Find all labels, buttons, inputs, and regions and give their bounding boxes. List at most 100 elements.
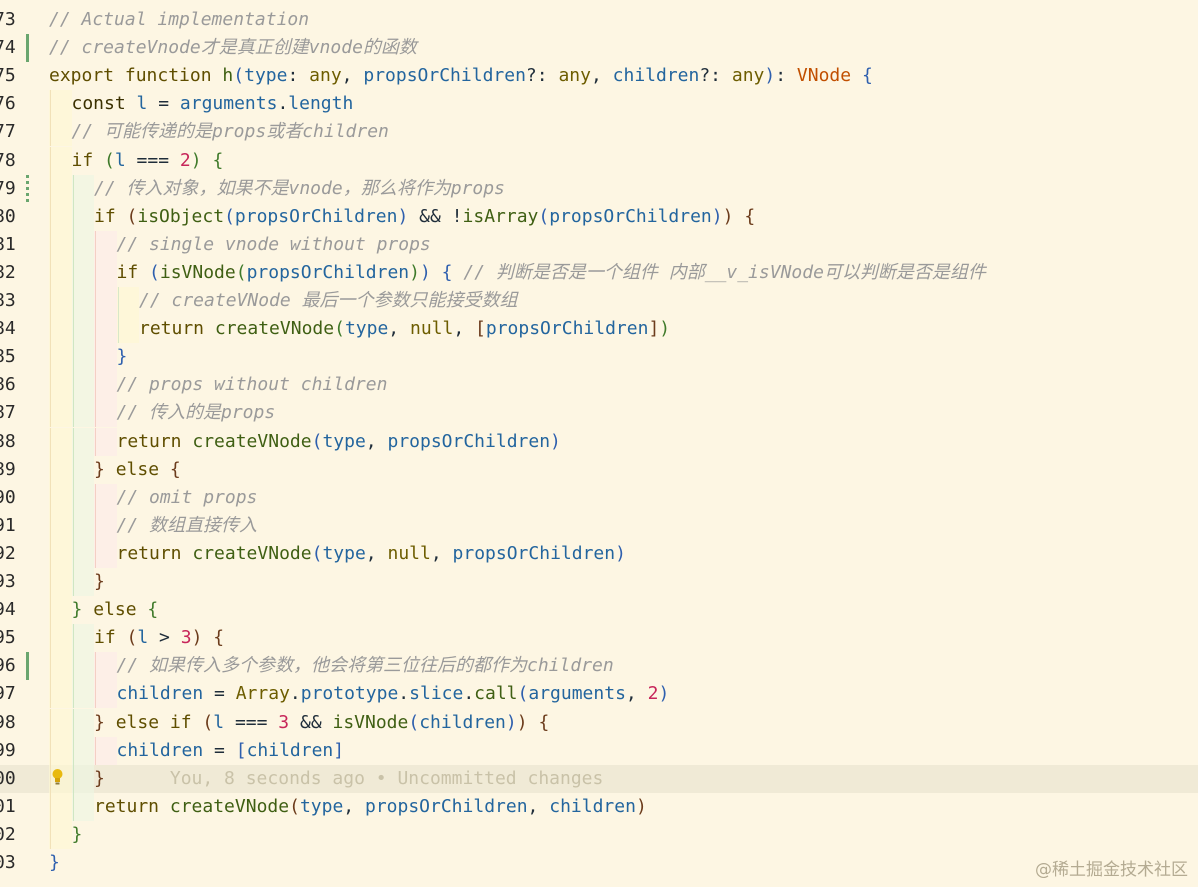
- code-line[interactable]: 99children = [children]: [0, 736, 1198, 765]
- code-line[interactable]: 79 // 传入对象，如果不是vnode，那么将作为props: [0, 174, 1198, 203]
- code-token: null: [409, 318, 454, 340]
- code-token: // Actual implementation: [49, 9, 310, 30]
- code-token: ): [397, 205, 409, 227]
- code-line[interactable]: 93}: [0, 568, 1198, 597]
- code-token: {: [861, 65, 873, 87]
- code-token: ): [409, 261, 420, 283]
- git-modified-marker[interactable]: [26, 174, 29, 203]
- code-token: }: [94, 711, 105, 733]
- code-text: }: [49, 849, 60, 877]
- line-number: 88: [0, 430, 16, 452]
- indent-guide: [72, 174, 74, 203]
- code-token: }: [94, 767, 105, 789]
- code-line[interactable]: 96 // 如果传入多个参数，他会将第三位往后的都作为children: [0, 652, 1198, 681]
- code-line[interactable]: 94} else {: [0, 596, 1198, 625]
- code-token: length: [288, 93, 354, 115]
- code-token: {: [744, 205, 756, 227]
- code-token: (: [538, 205, 550, 227]
- code-line[interactable]: 00} You, 8 seconds ago • Uncommitted cha…: [0, 764, 1198, 793]
- code-token: children: [612, 65, 700, 87]
- code-token: ?:: [699, 65, 732, 87]
- code-token: {: [212, 149, 224, 171]
- code-token: // 传入的是props: [116, 402, 276, 424]
- code-line[interactable]: 88 return createVNode(type, propsOrChildr…: [0, 427, 1198, 456]
- code-token: .: [463, 683, 475, 705]
- line-number: 85: [0, 346, 16, 368]
- code-line[interactable]: 90 // omit props: [0, 483, 1198, 512]
- code-line[interactable]: 81 // single vnode without props: [0, 230, 1198, 259]
- code-line[interactable]: 74 // createVnode才是真正创建vnode的函数: [0, 34, 1198, 63]
- lightbulb-icon[interactable]: [51, 768, 64, 786]
- line-number: 96: [0, 655, 16, 677]
- code-token: .: [398, 683, 410, 705]
- indent-band: [94, 230, 117, 259]
- code-text: children = [children]: [117, 737, 345, 765]
- code-line[interactable]: 86 // props without children: [0, 371, 1198, 400]
- code-line[interactable]: 92 return createVNode(type, null, propsOr…: [0, 539, 1198, 568]
- code-token: ): [550, 430, 561, 452]
- code-line[interactable]: 89} else {: [0, 455, 1198, 484]
- code-text: // omit props: [117, 484, 258, 512]
- code-text: } You, 8 seconds ago • Uncommitted chang…: [94, 765, 603, 793]
- code-line[interactable]: 75 export function h(type: any, propsOrCh…: [0, 62, 1198, 90]
- code-token: // props without children: [116, 374, 388, 396]
- code-line[interactable]: 97children = Array.prototype.slice.call(…: [0, 680, 1198, 709]
- code-line[interactable]: 84 return createVNode(type, null, [propsO…: [0, 315, 1198, 344]
- line-number: 83: [0, 290, 16, 311]
- git-modified-marker[interactable]: [26, 652, 29, 681]
- code-text: children = Array.prototype.slice.call(ar…: [117, 680, 670, 708]
- indent-band: [71, 792, 94, 821]
- code-line[interactable]: 83 // createVNode 最后一个参数只能接受数组: [0, 287, 1198, 316]
- code-text: if (isObject(propsOrChildren) && !isArra…: [94, 203, 755, 231]
- code-line[interactable]: 73 // Actual implementation: [0, 6, 1198, 34]
- code-token: {: [213, 627, 225, 649]
- indent-band: [49, 511, 72, 540]
- code-token: isArray: [462, 205, 539, 227]
- code-line[interactable]: 95 if (l > 3) {: [0, 624, 1198, 653]
- code-token: ,: [453, 318, 476, 340]
- code-token: ): [658, 683, 670, 705]
- code-line[interactable]: 01 return createVNode(type, propsOrChildr…: [0, 792, 1198, 821]
- indent-band: [71, 483, 94, 512]
- code-token: =: [203, 683, 236, 705]
- code-line[interactable]: 82if (isVNode(propsOrChildren)) { // 判断是…: [0, 258, 1198, 287]
- code-token: if: [71, 149, 94, 171]
- indent-guide: [50, 792, 51, 821]
- indent-guide: [95, 652, 96, 681]
- code-line[interactable]: 98} else if (l === 3 && isVNode(children…: [0, 708, 1198, 737]
- code-token: ,: [430, 542, 453, 564]
- code-line[interactable]: 78 if (l === 2) {: [0, 146, 1198, 175]
- code-token: ): [505, 711, 517, 733]
- indent-guide: [72, 764, 74, 793]
- code-line[interactable]: 91 // 数组直接传入: [0, 511, 1198, 540]
- code-token: type: [322, 542, 366, 564]
- indent-guide: [50, 539, 51, 568]
- code-line[interactable]: 85}: [0, 343, 1198, 372]
- indent-band: [71, 568, 94, 597]
- indent-band: [71, 258, 94, 287]
- code-token: (: [517, 683, 529, 705]
- indent-band: [71, 230, 94, 259]
- code-token: isVNode: [159, 261, 236, 283]
- code-token: if: [116, 261, 139, 283]
- code-line[interactable]: 76 const l = arguments.length: [0, 90, 1198, 119]
- code-editor[interactable]: 73 // Actual implementation 74 // createVno…: [0, 0, 1198, 887]
- code-line[interactable]: 03}: [0, 849, 1198, 877]
- indent-guide: [50, 568, 51, 597]
- code-line[interactable]: 77 // 可能传递的是props或者children: [0, 118, 1198, 147]
- line-number: 81: [0, 233, 16, 255]
- git-modified-marker[interactable]: [26, 34, 29, 63]
- code-line[interactable]: 80if (isObject(propsOrChildren) && !isAr…: [0, 202, 1198, 231]
- code-token: (: [104, 149, 115, 171]
- code-line[interactable]: 02}: [0, 820, 1198, 849]
- code-token: VNode: [796, 65, 852, 87]
- indent-band: [49, 652, 72, 681]
- code-line[interactable]: 87 // 传入的是props: [0, 399, 1198, 428]
- indent-guide: [95, 511, 96, 540]
- code-token: if: [169, 711, 192, 733]
- code-text: }: [94, 568, 105, 596]
- code-token: (: [224, 205, 235, 227]
